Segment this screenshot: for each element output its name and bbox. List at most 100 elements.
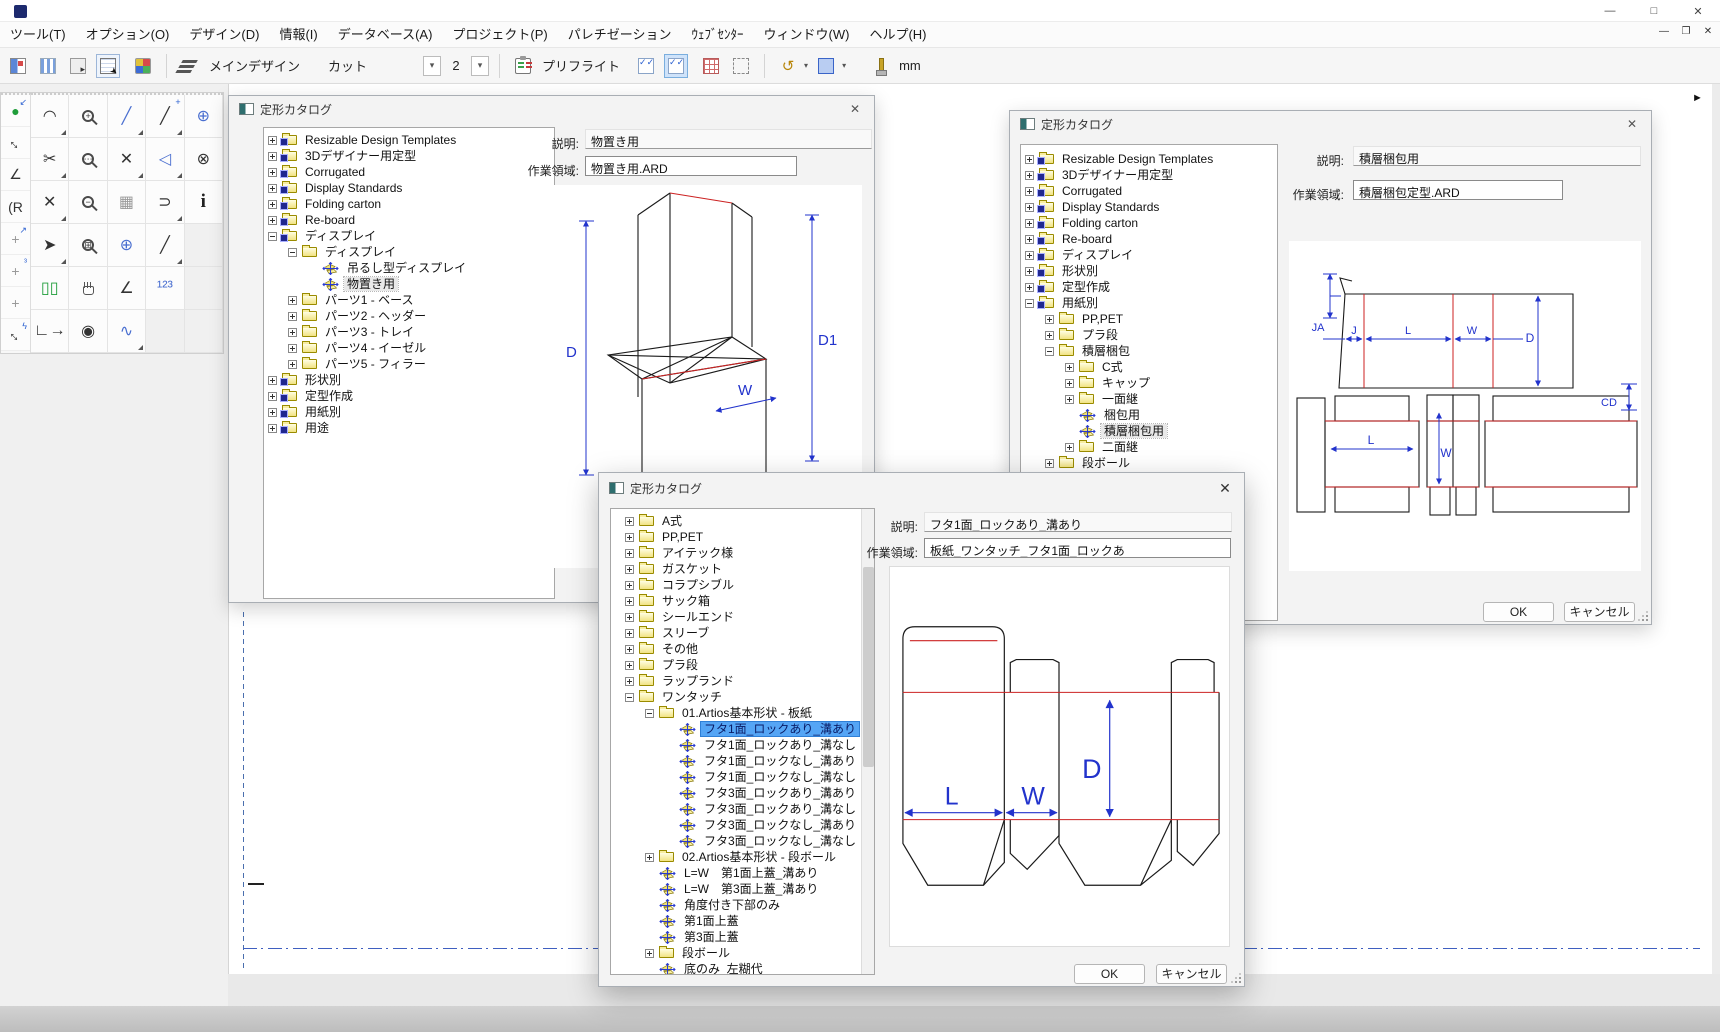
- tool-cut-line-icon[interactable]: ✂: [31, 138, 69, 181]
- toolbar-overflow-icon[interactable]: ►: [1692, 92, 1703, 104]
- tree-item[interactable]: プラ段: [1021, 327, 1277, 343]
- tool-erase-icon[interactable]: ✕: [31, 181, 69, 224]
- tool-connect-line-icon[interactable]: ∟→: [31, 310, 69, 353]
- tree-item[interactable]: ガスケット: [621, 561, 874, 577]
- tree-expander[interactable]: [645, 709, 654, 718]
- tree-expander[interactable]: [288, 248, 297, 257]
- tree-item[interactable]: Resizable Design Templates: [1021, 151, 1277, 167]
- tree-item[interactable]: フタ1面_ロックあり_溝あり: [621, 721, 874, 737]
- tree-item[interactable]: パーツ4 - イーゼル: [264, 340, 554, 356]
- tree-expander[interactable]: [625, 661, 634, 670]
- tree-item[interactable]: プラ段: [621, 657, 874, 673]
- tree-item[interactable]: 第1面上蓋: [621, 913, 874, 929]
- tree-expander[interactable]: [288, 312, 297, 321]
- child-restore-button[interactable]: ❐: [1678, 26, 1694, 37]
- menu-item-7[interactable]: パレチゼーション: [558, 22, 682, 48]
- child-close-button[interactable]: ✕: [1700, 26, 1716, 37]
- tree-expander[interactable]: [1025, 235, 1034, 244]
- tree-item[interactable]: パーツ3 - トレイ: [264, 324, 554, 340]
- tree-item[interactable]: フタ3面_ロックなし_溝なし: [621, 833, 874, 849]
- preflight-icon[interactable]: [511, 54, 535, 78]
- tree-expander[interactable]: [1025, 267, 1034, 276]
- tree-item[interactable]: シールエンド: [621, 609, 874, 625]
- tool-move-copy-icon[interactable]: +↗: [1, 223, 30, 255]
- tree-item[interactable]: パーツ1 - ベース: [264, 292, 554, 308]
- dialog-titlebar[interactable]: 定形カタログ: [1010, 111, 1651, 137]
- catalog-tree[interactable]: Resizable Design Templates3Dデザイナー用定型Corr…: [263, 127, 555, 599]
- tree-expander[interactable]: [268, 376, 277, 385]
- tree-expander[interactable]: [625, 533, 634, 542]
- tree-expander[interactable]: [625, 565, 634, 574]
- tree-expander[interactable]: [625, 613, 634, 622]
- tree-expander[interactable]: [288, 328, 297, 337]
- tree-item[interactable]: 二面継: [1021, 439, 1277, 455]
- cancel-button[interactable]: キャンセル: [1156, 964, 1227, 984]
- tree-item[interactable]: パーツ2 - ヘッダー: [264, 308, 554, 324]
- resize-grip[interactable]: [1231, 973, 1241, 983]
- tree-scrollbar[interactable]: [861, 509, 874, 974]
- tool-move-diagonal-icon[interactable]: ↔: [1, 127, 30, 159]
- tree-item[interactable]: その他: [621, 641, 874, 657]
- tree-item[interactable]: Re-board: [1021, 231, 1277, 247]
- tree-expander[interactable]: [625, 517, 634, 526]
- tree-expander[interactable]: [625, 581, 634, 590]
- tool-circle-remove-icon[interactable]: ⊗: [185, 138, 223, 181]
- menu-item-2[interactable]: オプション(O): [76, 22, 180, 48]
- tree-expander[interactable]: [1025, 155, 1034, 164]
- panel-select-icon[interactable]: [66, 54, 90, 78]
- tool-direction-icon[interactable]: ➤: [31, 224, 69, 267]
- tree-item[interactable]: 02.Artios基本形状 - 段ボール: [621, 849, 874, 865]
- tree-item[interactable]: L=W 第3面上蓋_溝あり: [621, 881, 874, 897]
- tool-oblique-line-icon[interactable]: ╱: [146, 224, 184, 267]
- tree-expander[interactable]: [268, 232, 277, 241]
- tool-zoom-fit-icon[interactable]: ⊞: [69, 224, 107, 267]
- tree-item[interactable]: フタ3面_ロックなし_溝あり: [621, 817, 874, 833]
- tree-expander[interactable]: [1025, 283, 1034, 292]
- tree-expander[interactable]: [1065, 443, 1074, 452]
- layer-value[interactable]: 2: [443, 58, 469, 73]
- tool-line-icon[interactable]: ╱: [108, 95, 146, 138]
- catalog-tree[interactable]: A式PP,PETアイテック様ガスケットコラプシブルサック箱シールエンドスリーブそ…: [610, 508, 875, 975]
- tool-rotate-r-icon[interactable]: (R: [1, 191, 30, 223]
- tree-expander[interactable]: [645, 949, 654, 958]
- tree-expander[interactable]: [1045, 347, 1054, 356]
- tree-expander[interactable]: [1065, 379, 1074, 388]
- menu-item-6[interactable]: プロジェクト(P): [442, 22, 557, 48]
- tool-pan-icon[interactable]: [69, 267, 107, 310]
- tool-arc-intersect-icon[interactable]: ✕: [108, 138, 146, 181]
- tree-item[interactable]: フタ1面_ロックなし_溝あり: [621, 753, 874, 769]
- dialog-titlebar[interactable]: 定形カタログ: [599, 473, 1244, 503]
- tree-item[interactable]: 一面継: [1021, 391, 1277, 407]
- tree-item[interactable]: ディスプレイ: [264, 244, 554, 260]
- tree-item[interactable]: Display Standards: [1021, 199, 1277, 215]
- tree-item[interactable]: ラップランド: [621, 673, 874, 689]
- tree-expander[interactable]: [268, 200, 277, 209]
- tree-item[interactable]: ワンタッチ: [621, 689, 874, 705]
- tool-zoom-detail-icon[interactable]: ⋯: [69, 138, 107, 181]
- selection-marquee-icon[interactable]: [729, 54, 753, 78]
- tree-expander[interactable]: [625, 677, 634, 686]
- tree-expander[interactable]: [1025, 299, 1034, 308]
- tree-item[interactable]: Resizable Design Templates: [264, 132, 554, 148]
- work-area-field[interactable]: 板紙_ワンタッチ_フタ1面_ロックあ: [924, 538, 1231, 558]
- menu-item-4[interactable]: 情報(I): [269, 22, 327, 48]
- tool-rebuild-icon[interactable]: ●↙: [1, 95, 30, 127]
- tree-expander[interactable]: [1045, 459, 1054, 468]
- tool-align-panels-icon[interactable]: ▯▯: [31, 267, 69, 310]
- menu-item-9[interactable]: ウィンドウ(W): [754, 22, 860, 48]
- tree-item[interactable]: 定型作成: [264, 388, 554, 404]
- solid-view-dropdown[interactable]: ▾: [842, 61, 846, 70]
- tree-expander[interactable]: [1025, 219, 1034, 228]
- tree-expander[interactable]: [1065, 395, 1074, 404]
- tree-item[interactable]: L=W 第1面上蓋_溝あり: [621, 865, 874, 881]
- tree-expander[interactable]: [288, 296, 297, 305]
- tree-item[interactable]: 形状別: [1021, 263, 1277, 279]
- tree-item[interactable]: パーツ5 - フィラー: [264, 356, 554, 372]
- ruler-pin-icon[interactable]: [868, 54, 892, 78]
- tree-item[interactable]: 3Dデザイナー用定型: [1021, 167, 1277, 183]
- tree-item[interactable]: フタ3面_ロックあり_溝あり: [621, 785, 874, 801]
- tree-item[interactable]: 段ボール: [1021, 455, 1277, 471]
- tool-parallel-line-icon[interactable]: ╱+: [146, 95, 184, 138]
- column-layout-icon[interactable]: [36, 54, 60, 78]
- tree-item[interactable]: アイテック様: [621, 545, 874, 561]
